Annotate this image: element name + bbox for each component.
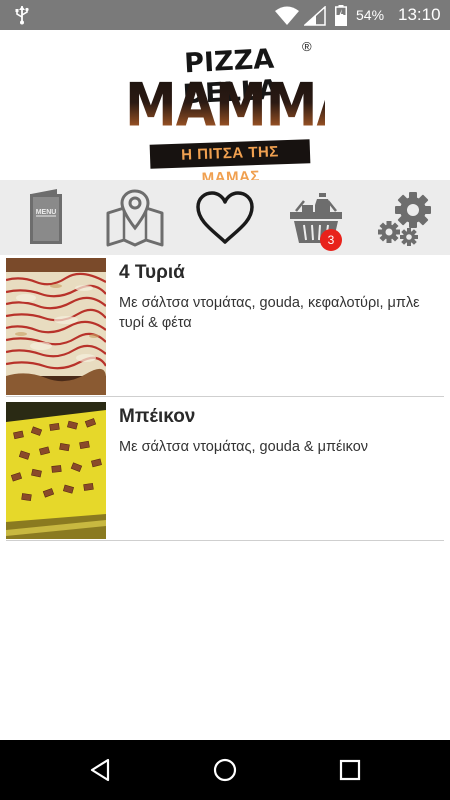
toolbar: MENU 3 bbox=[0, 180, 450, 255]
system-nav-bar bbox=[0, 740, 450, 800]
menu-icon-text: MENU bbox=[36, 209, 57, 216]
settings-button[interactable] bbox=[360, 180, 450, 255]
recents-icon bbox=[339, 759, 361, 781]
battery-percent: 54% bbox=[356, 7, 385, 23]
usb-icon bbox=[15, 6, 29, 25]
home-button[interactable] bbox=[180, 740, 270, 800]
home-icon bbox=[213, 758, 237, 782]
back-button[interactable] bbox=[55, 740, 145, 800]
gears-icon bbox=[378, 192, 431, 246]
item-description: Με σάλτσα ντομάτας, gouda, κεφαλοτύρι, μ… bbox=[119, 295, 420, 331]
map-icon bbox=[106, 189, 164, 247]
wifi-icon bbox=[275, 6, 299, 25]
pizza-photo bbox=[6, 402, 106, 539]
recents-button[interactable] bbox=[305, 740, 395, 800]
item-title: Μπέικον bbox=[119, 406, 196, 427]
logo-brand: MAMMA bbox=[125, 71, 357, 141]
favorites-button[interactable] bbox=[180, 180, 270, 255]
status-bar: 54% 13:10 bbox=[0, 0, 450, 30]
pizza-photo bbox=[6, 258, 106, 395]
menu-button[interactable]: MENU bbox=[0, 180, 90, 255]
list-item[interactable]: 4 Τυριά Με σάλτσα ντομάτας, gouda, κεφαλ… bbox=[6, 255, 444, 397]
app-logo: PIZZA DELLA ® MAMMA Η ΠΙΤΣΑ ΤΗΣ ΜΑΜΑΣ bbox=[0, 30, 450, 187]
heart-icon bbox=[196, 191, 254, 244]
menu-icon: MENU bbox=[30, 189, 62, 244]
cart-count-badge: 3 bbox=[320, 229, 342, 251]
map-button[interactable] bbox=[90, 180, 180, 255]
item-title: 4 Τυριά bbox=[119, 262, 185, 283]
logo-tagline: Η ΠΙΤΣΑ ΤΗΣ ΜΑΜΑΣ bbox=[149, 139, 311, 187]
cart-button[interactable] bbox=[270, 180, 360, 255]
clock: 13:10 bbox=[398, 5, 441, 24]
signal-icon bbox=[304, 6, 326, 26]
item-description: Με σάλτσα ντομάτας, gouda & μπέικον bbox=[119, 439, 369, 455]
battery-icon bbox=[335, 5, 347, 26]
registered-mark: ® bbox=[302, 39, 312, 54]
back-icon bbox=[90, 758, 110, 782]
list-item[interactable]: Μπέικον Με σάλτσα ντομάτας, gouda & μπέι… bbox=[6, 399, 444, 541]
